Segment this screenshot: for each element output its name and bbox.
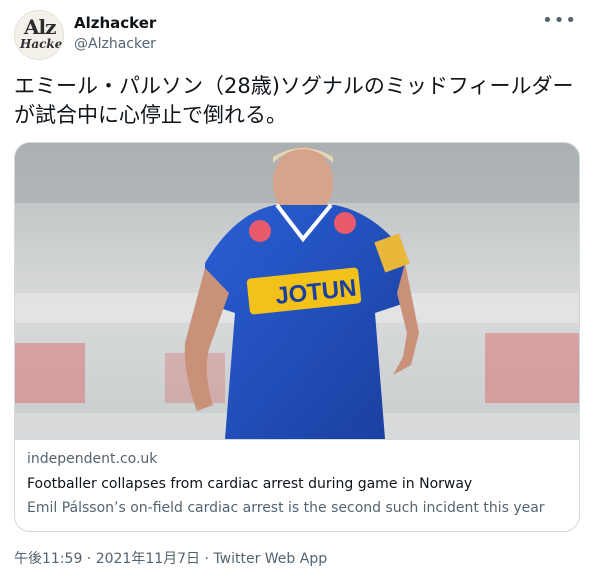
football-player-photo: JOTUN: [15, 143, 579, 439]
link-card[interactable]: JOTUN independent.co.uk Footballer colla…: [14, 142, 580, 532]
more-options-icon[interactable]: •••: [542, 10, 577, 31]
card-info[interactable]: independent.co.uk Footballer collapses f…: [15, 439, 579, 531]
card-title[interactable]: Footballer collapses from cardiac arrest…: [27, 476, 472, 492]
tweet-timestamp[interactable]: 午後11:59 · 2021年11月7日 · Twitter Web App: [14, 548, 327, 568]
tweet-text: エミール・パルソン（28歳)ソグナルのミッドフィールダーが試合中に心停止で倒れる…: [14, 74, 574, 127]
card-image[interactable]: JOTUN: [15, 143, 579, 439]
card-domain[interactable]: independent.co.uk: [27, 451, 157, 467]
avatar[interactable]: Alz Hacker: [14, 10, 64, 60]
avatar-logo-text: Alz: [24, 15, 57, 39]
avatar-logo-subtext: Hacker: [20, 37, 64, 51]
author-name[interactable]: Alzhacker: [74, 14, 156, 32]
card-description: Emil Pálsson’s on-field cardiac arrest i…: [27, 500, 545, 516]
author-handle[interactable]: @Alzhacker: [74, 36, 156, 52]
